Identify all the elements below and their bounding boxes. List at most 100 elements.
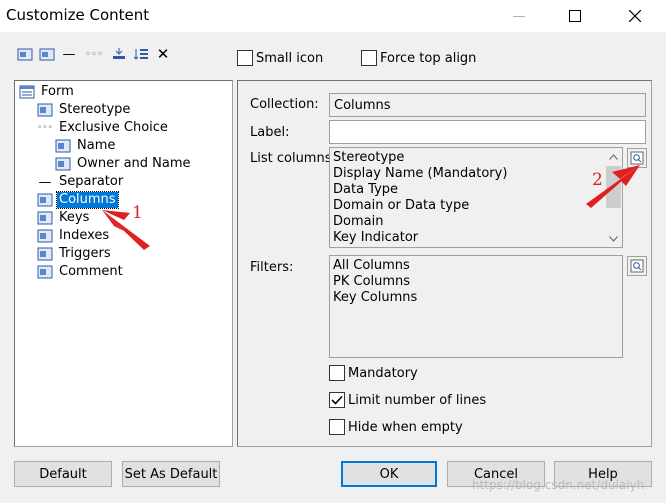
list-item[interactable]: Stereotype	[333, 150, 404, 166]
toolbar: — ◦◦◦ ✕	[14, 44, 174, 64]
tree-item-name[interactable]: Name	[55, 137, 117, 155]
tree-item-exclusive-choice[interactable]: ◦◦◦ Exclusive Choice	[37, 119, 170, 137]
list-columns-scrollbar[interactable]	[605, 148, 622, 247]
add-object-alt-button[interactable]	[36, 44, 58, 64]
form-tree[interactable]: Form Stereotype ◦◦◦ Exclusive Choice Nam…	[14, 80, 233, 447]
tree-item-triggers[interactable]: Triggers	[37, 245, 113, 263]
tree-item-label: Comment	[59, 264, 123, 279]
add-exclusive-choice-icon: ◦◦◦	[85, 48, 103, 60]
minimize-button[interactable]: —	[496, 0, 542, 32]
force-top-align-label: Force top align	[380, 50, 477, 66]
mandatory-label: Mandatory	[348, 365, 418, 381]
collection-value: Columns	[334, 98, 391, 113]
set-as-default-button[interactable]: Set As Default	[122, 461, 220, 487]
list-columns-label: List columns:	[250, 151, 336, 166]
object-icon	[37, 264, 53, 280]
list-item[interactable]: Key Indicator	[333, 230, 418, 246]
tree-item-label: Separator	[59, 174, 124, 189]
maximize-icon	[569, 10, 581, 22]
tree-item-label: Name	[77, 138, 116, 153]
move-icon	[113, 48, 125, 59]
limit-lines-option[interactable]: Limit number of lines	[329, 392, 486, 408]
title-bar: Customize Content —	[0, 0, 666, 32]
label-label: Label:	[250, 125, 290, 140]
hide-empty-option[interactable]: Hide when empty	[329, 419, 463, 435]
sort-button[interactable]	[130, 44, 152, 64]
default-button[interactable]: Default	[14, 461, 112, 487]
tree-item-label: Indexes	[59, 228, 110, 243]
mandatory-checkbox[interactable]	[329, 365, 345, 381]
sort-icon	[133, 49, 148, 60]
add-exclusive-choice-button[interactable]: ◦◦◦	[80, 44, 108, 64]
limit-lines-checkbox[interactable]	[329, 392, 345, 408]
list-item[interactable]: Key Columns	[333, 290, 417, 306]
small-icon-option[interactable]: Small icon	[237, 50, 323, 66]
select-columns-button[interactable]	[627, 148, 647, 168]
tree-item-comment[interactable]: Comment	[37, 263, 125, 281]
tree-item-indexes[interactable]: Indexes	[37, 227, 111, 245]
check-icon	[331, 395, 343, 405]
choice-icon: ◦◦◦	[37, 123, 53, 133]
collection-field: Columns	[329, 93, 646, 117]
tree-item-form[interactable]: Form	[19, 83, 76, 101]
tree-item-label: Exclusive Choice	[59, 120, 168, 135]
tree-item-label: Stereotype	[59, 102, 131, 117]
maximize-button[interactable]	[552, 0, 598, 32]
list-item[interactable]: Display Name (Mandatory)	[333, 166, 507, 182]
list-item[interactable]: Domain or Data type	[333, 198, 469, 214]
tree-item-owner-and-name[interactable]: Owner and Name	[55, 155, 193, 173]
object-icon	[37, 102, 53, 118]
tree-item-label: Triggers	[59, 246, 111, 261]
list-item[interactable]: All Columns	[333, 258, 410, 274]
tree-item-label: Owner and Name	[77, 156, 191, 171]
small-icon-label: Small icon	[256, 50, 324, 66]
hide-empty-label: Hide when empty	[348, 419, 463, 435]
add-object-icon	[39, 48, 55, 61]
collection-label: Collection:	[250, 97, 319, 112]
list-columns-listbox[interactable]: Stereotype Display Name (Mandatory) Data…	[329, 147, 623, 248]
close-button[interactable]	[612, 0, 658, 32]
tree-item-stereotype[interactable]: Stereotype	[37, 101, 132, 119]
select-filters-button[interactable]	[627, 256, 647, 276]
add-separator-button[interactable]: —	[58, 44, 80, 64]
list-item[interactable]: PK Columns	[333, 274, 410, 290]
force-top-align-option[interactable]: Force top align	[361, 50, 476, 66]
tree-item-separator[interactable]: — Separator	[37, 173, 125, 191]
tree-item-label: Columns	[56, 191, 119, 209]
select-list-icon	[630, 259, 644, 273]
ok-button[interactable]: OK	[341, 461, 437, 487]
scroll-up-arrow[interactable]	[605, 148, 622, 165]
annotation-label-2: 2	[592, 170, 603, 190]
filters-listbox[interactable]: All Columns PK Columns Key Columns	[329, 255, 623, 358]
object-icon	[37, 228, 53, 244]
scroll-thumb[interactable]	[606, 166, 621, 208]
move-button[interactable]	[108, 44, 130, 64]
small-icon-checkbox[interactable]	[237, 50, 253, 66]
select-list-icon	[630, 151, 644, 165]
watermark: https://blog.csdn.net/dulaiyh	[472, 478, 645, 492]
tree-item-keys[interactable]: Keys	[37, 209, 91, 227]
object-icon	[37, 192, 53, 208]
add-separator-icon: —	[62, 46, 76, 62]
list-item[interactable]: Data Type	[333, 182, 398, 198]
separator-icon: —	[38, 174, 52, 190]
limit-lines-label: Limit number of lines	[348, 392, 487, 408]
delete-button[interactable]: ✕	[152, 44, 174, 64]
add-object-button[interactable]	[14, 44, 36, 64]
scroll-down-arrow[interactable]	[605, 230, 622, 247]
mandatory-option[interactable]: Mandatory	[329, 365, 418, 381]
window-title: Customize Content	[6, 6, 150, 24]
label-input[interactable]	[329, 120, 646, 144]
hide-empty-checkbox[interactable]	[329, 419, 345, 435]
object-icon	[37, 246, 53, 262]
minimize-icon: —	[512, 8, 526, 24]
add-object-icon	[17, 48, 33, 61]
tree-item-label: Form	[41, 84, 74, 99]
tree-item-columns[interactable]: Columns	[37, 191, 119, 209]
list-item[interactable]: Domain	[333, 214, 383, 230]
tree-item-label: Keys	[59, 210, 90, 225]
object-icon	[37, 210, 53, 226]
object-icon	[55, 138, 71, 154]
filters-label: Filters:	[250, 260, 294, 275]
force-top-align-checkbox[interactable]	[361, 50, 377, 66]
